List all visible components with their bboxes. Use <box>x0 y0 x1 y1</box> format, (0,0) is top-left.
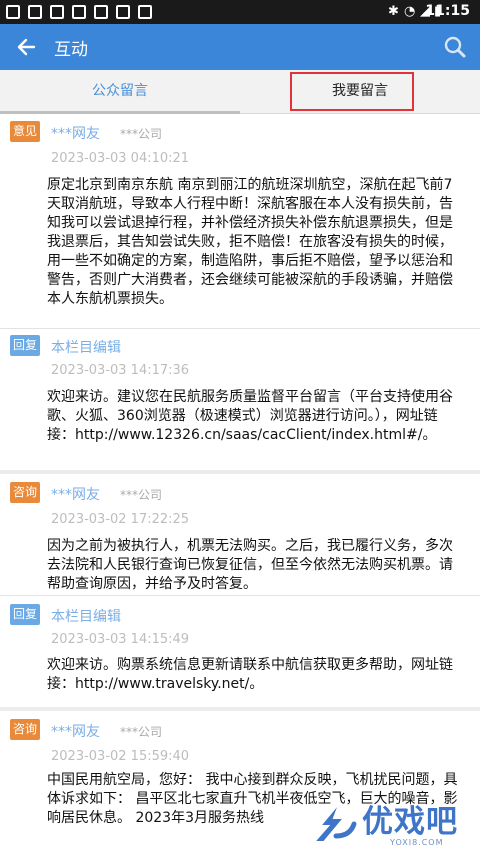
author-name: ***网友 <box>51 724 100 740</box>
type-badge: 咨询 <box>10 482 40 503</box>
message-date: 2023-03-03 14:17:36 <box>51 363 190 378</box>
message-date: 2023-03-02 15:59:40 <box>51 749 190 764</box>
author-company: ***公司 <box>120 725 163 739</box>
notification-icon <box>28 5 42 19</box>
message-text: 原定北京到南京东航 南京到丽江的航班深圳航空，深航在起飞前7天取消航班，导致本人… <box>47 177 453 307</box>
tab-leave-message[interactable]: 我要留言 <box>240 70 480 114</box>
message-list[interactable]: 意见 ***网友 ***公司 2023-03-03 04:10:21 原定北京到… <box>0 115 480 854</box>
search-icon[interactable] <box>442 34 468 60</box>
alarm-icon: ◔ <box>404 4 416 19</box>
message-date: 2023-03-02 17:22:25 <box>51 512 190 527</box>
notification-icon <box>72 5 86 19</box>
author-company: ***公司 <box>120 127 163 141</box>
author-name: 本栏目编辑 <box>51 340 121 356</box>
type-badge: 咨询 <box>10 719 40 740</box>
message-text: 因为之前为被执行人，机票无法购买。之后，我已履行义务，多次去法院和人民银行查询已… <box>47 538 453 592</box>
author-name: 本栏目编辑 <box>51 609 121 625</box>
watermark: 优戏吧 YOXI8.COM <box>300 790 480 854</box>
bluetooth-icon: ✱ <box>388 4 399 19</box>
author-name: ***网友 <box>51 487 100 503</box>
type-badge: 意见 <box>10 121 40 142</box>
watermark-url: YOXI8.COM <box>390 838 444 847</box>
status-time: 11:15 <box>425 3 470 19</box>
divider <box>0 595 480 596</box>
notification-icon <box>94 5 108 19</box>
message-date: 2023-03-03 04:10:21 <box>51 151 190 166</box>
app-bar: 互动 <box>0 24 480 70</box>
status-bar: ✱ ◔ ◢ ▮ 11:15 <box>0 0 480 24</box>
page-title: 互动 <box>54 40 88 60</box>
tab-bar: 公众留言 我要留言 <box>0 70 480 114</box>
notification-icon <box>50 5 64 19</box>
back-arrow-icon[interactable] <box>14 34 40 60</box>
notification-icon <box>116 5 130 19</box>
notification-icon <box>6 5 20 19</box>
message-text: 欢迎来访。购票系统信息更新请联系中航信获取更多帮助，网址链接：http://ww… <box>47 657 453 692</box>
divider <box>0 707 480 711</box>
divider <box>0 470 480 474</box>
watermark-logo-icon <box>311 801 357 843</box>
notification-icon <box>138 5 152 19</box>
highlight-box <box>290 72 414 111</box>
message-text: 欢迎来访。建议您在民航服务质量监督平台留言（平台支持使用谷歌、火狐、360浏览器… <box>47 389 453 443</box>
author-name: ***网友 <box>51 126 100 142</box>
divider <box>0 328 480 329</box>
type-badge: 回复 <box>10 604 40 625</box>
tab-public-messages[interactable]: 公众留言 <box>0 70 240 114</box>
watermark-text: 优戏吧 <box>362 804 458 840</box>
message-date: 2023-03-03 14:15:49 <box>51 632 190 647</box>
type-badge: 回复 <box>10 335 40 356</box>
author-company: ***公司 <box>120 488 163 502</box>
